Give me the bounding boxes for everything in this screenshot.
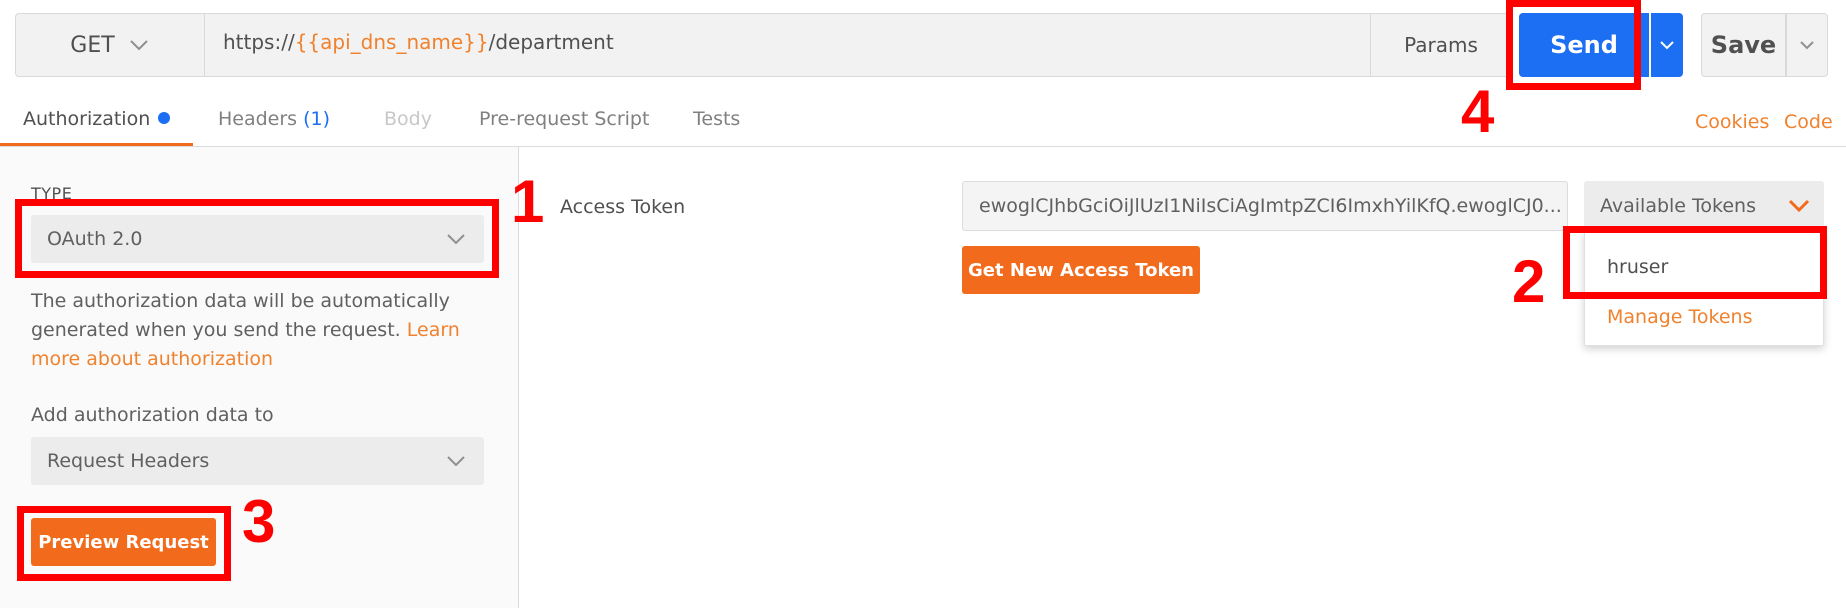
add-auth-to-select[interactable]: Request Headers <box>31 437 484 485</box>
annotation-number-4: 4 <box>1461 78 1495 145</box>
get-new-access-token-button[interactable]: Get New Access Token <box>962 246 1200 294</box>
annotation-number-2: 2 <box>1512 248 1546 315</box>
add-auth-to-value: Request Headers <box>47 450 210 472</box>
method-select[interactable]: GET <box>15 13 205 77</box>
chevron-down-icon <box>129 40 148 51</box>
params-button[interactable]: Params <box>1370 13 1511 77</box>
url-prefix: https:// <box>223 30 295 54</box>
url-path: /department <box>488 30 614 54</box>
auth-help-text: The authorization data will be automatic… <box>31 287 471 374</box>
access-token-label: Access Token <box>560 196 686 218</box>
headers-count: (1) <box>303 108 331 130</box>
manage-tokens-link[interactable]: Manage Tokens <box>1607 306 1752 328</box>
add-auth-to-label: Add authorization data to <box>31 404 274 426</box>
annotation-box-4 <box>1506 0 1641 90</box>
tab-tests[interactable]: Tests <box>693 108 740 130</box>
tab-label: Headers <box>218 108 298 130</box>
tab-pre-request-script[interactable]: Pre-request Script <box>479 108 649 130</box>
chevron-down-icon <box>1800 41 1814 50</box>
tab-headers[interactable]: Headers (1) <box>218 108 330 130</box>
tab-body[interactable]: Body <box>384 108 432 130</box>
tab-label: Authorization <box>23 108 151 130</box>
annotation-box-2 <box>1563 226 1827 299</box>
method-label: GET <box>70 32 115 58</box>
annotation-number-3: 3 <box>242 488 276 555</box>
chevron-down-icon <box>1660 41 1674 50</box>
annotation-box-1 <box>15 199 499 278</box>
available-tokens-label: Available Tokens <box>1600 195 1756 217</box>
code-link[interactable]: Code <box>1784 111 1833 133</box>
help-text-body: The authorization data will be automatic… <box>31 290 450 341</box>
chevron-down-icon <box>447 456 465 467</box>
cookies-link[interactable]: Cookies <box>1695 111 1769 133</box>
chevron-down-icon <box>1788 199 1810 213</box>
url-input[interactable]: https://{{api_dns_name}}/department <box>223 30 614 54</box>
annotation-box-3 <box>17 506 231 581</box>
access-token-input[interactable]: ewoglCJhbGciOiJlUzI1NiIsCiAgImtpZCI6Imxh… <box>962 181 1568 231</box>
send-options-button[interactable] <box>1651 13 1683 77</box>
annotation-number-1: 1 <box>511 168 545 235</box>
modified-dot-icon <box>158 111 171 124</box>
save-options-button[interactable] <box>1786 13 1828 77</box>
save-button[interactable]: Save <box>1701 13 1786 77</box>
url-variable: {{api_dns_name}} <box>294 30 489 54</box>
tab-authorization[interactable]: Authorization <box>23 108 171 130</box>
available-tokens-dropdown[interactable]: Available Tokens <box>1584 181 1824 231</box>
